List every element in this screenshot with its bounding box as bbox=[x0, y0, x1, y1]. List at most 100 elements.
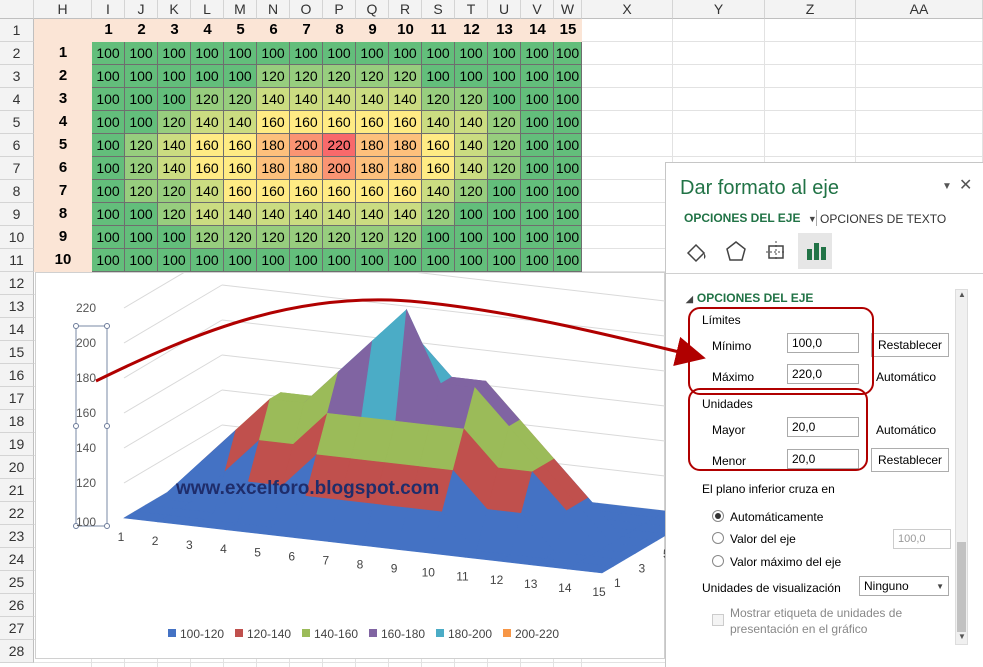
select-all-corner[interactable] bbox=[0, 0, 34, 19]
table-cell[interactable]: 140 bbox=[455, 157, 488, 180]
table-cell[interactable]: 100 bbox=[356, 42, 389, 65]
table-cell[interactable]: 220 bbox=[323, 134, 356, 157]
table-cell[interactable]: 100 bbox=[257, 42, 290, 65]
table-cell[interactable]: 100 bbox=[455, 203, 488, 226]
table-cell[interactable]: 100 bbox=[455, 249, 488, 272]
table-cell[interactable]: 100 bbox=[224, 65, 257, 88]
table-cell[interactable]: 120 bbox=[257, 226, 290, 249]
table-cell[interactable]: 140 bbox=[224, 111, 257, 134]
table-cell[interactable]: 100 bbox=[554, 111, 582, 134]
column-header-V[interactable]: V bbox=[521, 0, 554, 19]
table-cell[interactable]: 120 bbox=[224, 226, 257, 249]
table-cell[interactable]: 100 bbox=[554, 65, 582, 88]
table-cell[interactable]: 120 bbox=[488, 157, 521, 180]
table-row-header[interactable]: 6 bbox=[34, 157, 92, 180]
table-cell[interactable]: 160 bbox=[191, 157, 224, 180]
row-header-14[interactable]: 14 bbox=[0, 318, 34, 341]
row-header-4[interactable]: 4 bbox=[0, 88, 34, 111]
table-cell[interactable]: 100 bbox=[521, 249, 554, 272]
table-cell[interactable]: 120 bbox=[158, 111, 191, 134]
column-header-I[interactable]: I bbox=[92, 0, 125, 19]
table-cell[interactable]: 100 bbox=[455, 65, 488, 88]
table-cell[interactable]: 140 bbox=[356, 203, 389, 226]
table-cell[interactable]: 120 bbox=[323, 65, 356, 88]
table-cell[interactable]: 100 bbox=[257, 249, 290, 272]
row-header-28[interactable]: 28 bbox=[0, 640, 34, 663]
table-cell[interactable]: 100 bbox=[92, 111, 125, 134]
column-header-H[interactable]: H bbox=[34, 0, 92, 19]
scrollbar[interactable]: ▲ ▼ bbox=[955, 289, 968, 645]
table-cell[interactable]: 100 bbox=[125, 42, 158, 65]
table-col-header[interactable]: 9 bbox=[356, 19, 389, 42]
table-cell[interactable]: 100 bbox=[389, 42, 422, 65]
column-header-U[interactable]: U bbox=[488, 0, 521, 19]
column-header-X[interactable]: X bbox=[582, 0, 673, 19]
table-cell[interactable]: 120 bbox=[125, 157, 158, 180]
table-cell[interactable]: 140 bbox=[455, 111, 488, 134]
row-header-24[interactable]: 24 bbox=[0, 548, 34, 571]
column-header-M[interactable]: M bbox=[224, 0, 257, 19]
table-cell[interactable]: 100 bbox=[158, 42, 191, 65]
table-cell[interactable]: 120 bbox=[488, 134, 521, 157]
table-row-header[interactable]: 10 bbox=[34, 249, 92, 272]
table-cell[interactable]: 140 bbox=[257, 88, 290, 111]
show-units-checkbox[interactable] bbox=[712, 614, 724, 626]
table-cell[interactable]: 100 bbox=[125, 88, 158, 111]
table-cell[interactable]: 180 bbox=[257, 157, 290, 180]
table-col-header[interactable]: 14 bbox=[521, 19, 554, 42]
table-row-header[interactable]: 5 bbox=[34, 134, 92, 157]
table-row-header[interactable]: 3 bbox=[34, 88, 92, 111]
column-header-W[interactable]: W bbox=[554, 0, 582, 19]
table-cell[interactable]: 140 bbox=[455, 134, 488, 157]
table-cell[interactable]: 100 bbox=[158, 249, 191, 272]
table-cell[interactable]: 100 bbox=[125, 226, 158, 249]
row-header-10[interactable]: 10 bbox=[0, 226, 34, 249]
table-row-header[interactable]: 2 bbox=[34, 65, 92, 88]
table-cell[interactable]: 100 bbox=[92, 180, 125, 203]
table-cell[interactable]: 140 bbox=[257, 203, 290, 226]
table-cell[interactable]: 120 bbox=[455, 88, 488, 111]
table-cell[interactable]: 100 bbox=[92, 203, 125, 226]
table-cell[interactable]: 120 bbox=[125, 180, 158, 203]
table-col-header[interactable]: 13 bbox=[488, 19, 521, 42]
table-cell[interactable]: 100 bbox=[92, 157, 125, 180]
table-cell[interactable]: 100 bbox=[488, 203, 521, 226]
table-cell[interactable]: 140 bbox=[323, 203, 356, 226]
table-cell[interactable]: 140 bbox=[224, 203, 257, 226]
table-cell[interactable]: 180 bbox=[356, 157, 389, 180]
row-header-27[interactable]: 27 bbox=[0, 617, 34, 640]
row-header-26[interactable]: 26 bbox=[0, 594, 34, 617]
column-header-S[interactable]: S bbox=[422, 0, 455, 19]
row-header-8[interactable]: 8 bbox=[0, 180, 34, 203]
table-cell[interactable]: 100 bbox=[158, 226, 191, 249]
table-cell[interactable]: 100 bbox=[488, 65, 521, 88]
table-cell[interactable]: 100 bbox=[422, 226, 455, 249]
table-cell[interactable]: 100 bbox=[323, 42, 356, 65]
table-cell[interactable]: 100 bbox=[554, 249, 582, 272]
table-cell[interactable]: 120 bbox=[422, 203, 455, 226]
table-cell[interactable]: 160 bbox=[389, 111, 422, 134]
table-cell[interactable]: 100 bbox=[521, 226, 554, 249]
table-cell[interactable]: 100 bbox=[554, 42, 582, 65]
row-header-11[interactable]: 11 bbox=[0, 249, 34, 272]
pane-options-chevron-icon[interactable]: ▼ bbox=[942, 181, 952, 192]
column-header-K[interactable]: K bbox=[158, 0, 191, 19]
table-cell[interactable]: 140 bbox=[290, 203, 323, 226]
min-reset-button[interactable]: Restablecer bbox=[871, 333, 949, 357]
row-header-20[interactable]: 20 bbox=[0, 456, 34, 479]
table-col-header[interactable]: 10 bbox=[389, 19, 422, 42]
table-cell[interactable]: 160 bbox=[356, 111, 389, 134]
row-header-6[interactable]: 6 bbox=[0, 134, 34, 157]
table-cell[interactable]: 100 bbox=[554, 157, 582, 180]
table-cell[interactable]: 100 bbox=[191, 65, 224, 88]
table-cell[interactable]: 120 bbox=[389, 65, 422, 88]
table-cell[interactable]: 100 bbox=[521, 111, 554, 134]
row-header-7[interactable]: 7 bbox=[0, 157, 34, 180]
table-cell[interactable]: 140 bbox=[191, 203, 224, 226]
table-col-header[interactable]: 12 bbox=[455, 19, 488, 42]
table-cell[interactable]: 160 bbox=[191, 134, 224, 157]
table-cell[interactable]: 120 bbox=[323, 226, 356, 249]
table-cell[interactable]: 100 bbox=[521, 180, 554, 203]
table-cell[interactable]: 100 bbox=[488, 226, 521, 249]
table-cell[interactable]: 120 bbox=[422, 88, 455, 111]
